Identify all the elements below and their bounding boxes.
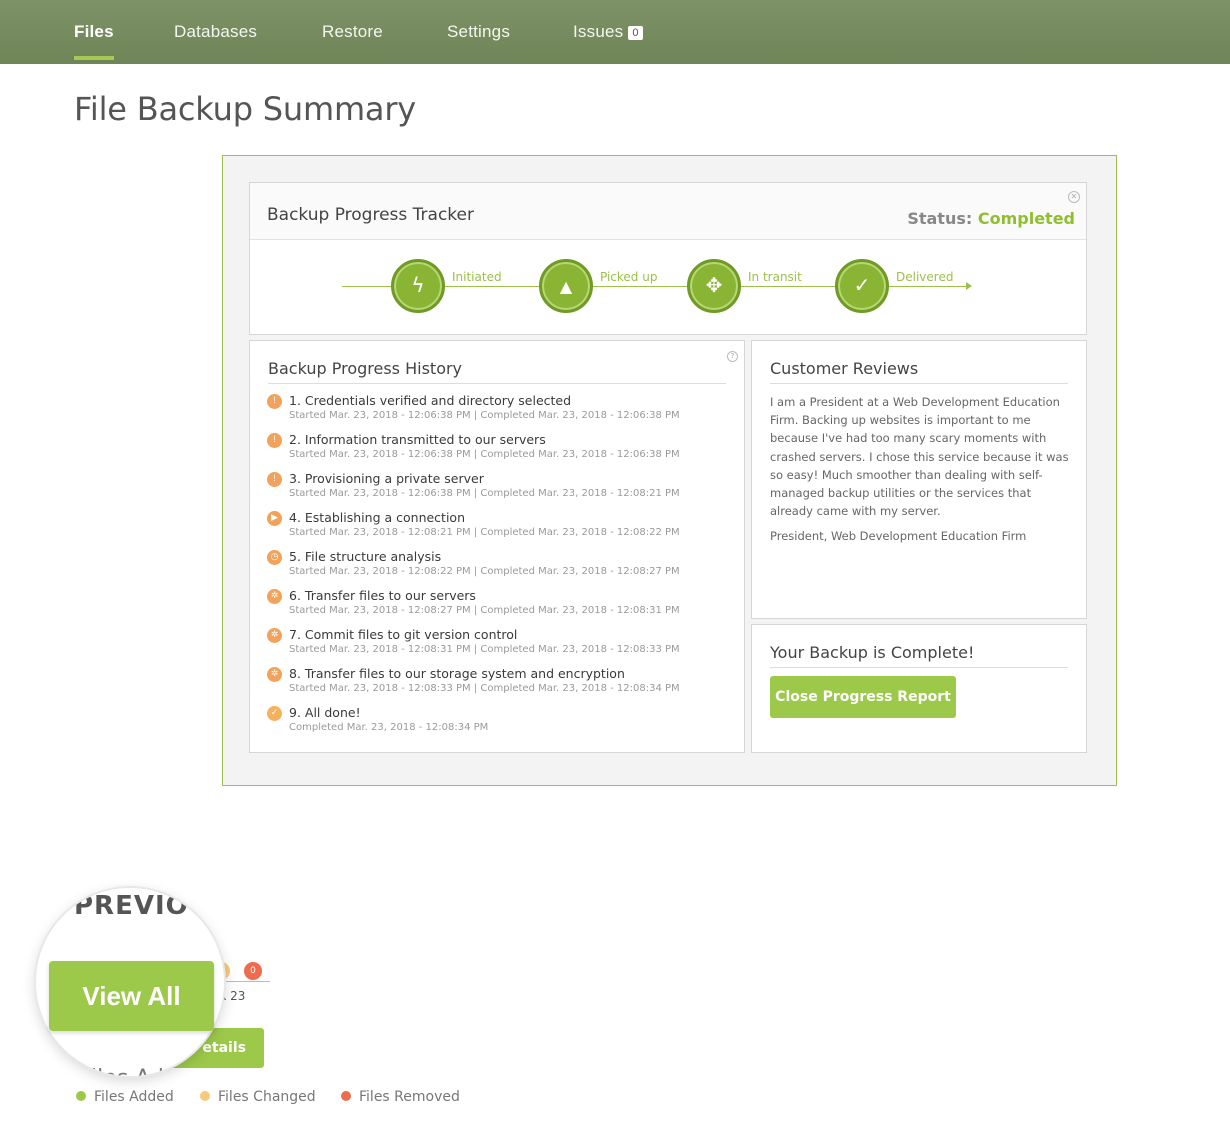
history-item-meta: Started Mar. 23, 2018 - 12:06:38 PM | Co…	[289, 488, 680, 499]
history-item: ! 2. Information transmitted to our serve…	[267, 432, 727, 471]
history-item: ◷ 5. File structure analysis Started Mar. …	[267, 549, 727, 588]
history-item-meta: Started Mar. 23, 2018 - 12:06:38 PM | Co…	[289, 449, 680, 460]
divider	[770, 383, 1068, 384]
history-item-title: 8. Transfer files to our storage system …	[289, 666, 625, 681]
status-text: Status: Completed	[907, 209, 1075, 228]
close-icon[interactable]: ✕	[1068, 191, 1080, 203]
legend-label: Files Added	[94, 1089, 174, 1105]
progress-report-modal: Backup Progress Tracker Status: Complete…	[222, 155, 1117, 786]
previous-backups-heading: PREVIOUS	[74, 891, 224, 921]
red-dot-icon	[341, 1091, 351, 1101]
nav-tab-label: Restore	[322, 22, 383, 41]
divider	[770, 667, 1068, 668]
history-item-title: 2. Information transmitted to our server…	[289, 432, 546, 447]
files-added-heading: Files Ad	[80, 1066, 164, 1076]
nav-tab-label: Files	[74, 22, 114, 41]
files-removed-count: 0	[244, 962, 262, 980]
history-item: ! 3. Provisioning a private server Started…	[267, 471, 727, 510]
step-label-in-transit: In transit	[748, 270, 802, 284]
history-item: ▶ 4. Establishing a connection Started Mar…	[267, 510, 727, 549]
step-label-picked-up: Picked up	[600, 270, 658, 284]
info-icon: !	[267, 472, 282, 487]
backup-progress-tracker: Backup Progress Tracker Status: Complete…	[249, 182, 1087, 335]
legend-label: Files Changed	[218, 1089, 316, 1105]
history-item-title: 1. Credentials verified and directory se…	[289, 393, 572, 408]
progress-arrow-icon	[966, 282, 972, 290]
history-item-meta: Started Mar. 23, 2018 - 12:08:27 PM | Co…	[289, 605, 680, 616]
tracker-header: Backup Progress Tracker Status: Complete…	[250, 183, 1086, 240]
nav-tab-label: Issues	[573, 22, 624, 41]
legend-files-removed: Files Removed	[341, 1089, 460, 1105]
customer-reviews: Customer Reviews I am a President at a W…	[751, 340, 1087, 619]
gear-icon: ✲	[267, 667, 282, 682]
legend-files-changed: Files Changed	[200, 1089, 316, 1105]
history-item: ✲ 6. Transfer files to our servers Started…	[267, 588, 727, 627]
top-nav: Files Databases Restore Settings Issues 0	[0, 0, 1230, 64]
history-title: Backup Progress History	[268, 359, 463, 378]
history-item-meta: Completed Mar. 23, 2018 - 12:08:34 PM	[289, 722, 489, 733]
history-item: ✲ 7. Commit files to git version control S…	[267, 627, 727, 666]
backup-complete-panel: Your Backup is Complete! Close Progress …	[751, 624, 1087, 753]
history-list: ! 1. Credentials verified and directory s…	[267, 393, 727, 744]
clock-icon: ◷	[267, 550, 282, 565]
tracker-title: Backup Progress Tracker	[267, 205, 474, 225]
page-title: File Backup Summary	[74, 90, 417, 128]
close-progress-report-button[interactable]: Close Progress Report	[770, 676, 956, 718]
history-item-title: 3. Provisioning a private server	[289, 471, 484, 486]
step-label-delivered: Delivered	[896, 270, 954, 284]
backup-progress-history: Backup Progress History ? ! 1. Credential…	[249, 340, 745, 753]
play-icon: ▶	[267, 511, 282, 526]
lightning-icon: ϟ	[391, 259, 445, 313]
legend-files-added: Files Added	[76, 1089, 174, 1105]
history-item-title: 6. Transfer files to our servers	[289, 588, 476, 603]
history-item-title: 4. Establishing a connection	[289, 510, 465, 525]
status-label: Status:	[907, 209, 973, 228]
nav-tab-issues[interactable]: Issues 0	[573, 22, 643, 42]
history-item: ✓ 9. All done! Completed Mar. 23, 2018 - 1…	[267, 705, 727, 744]
check-icon: ✓	[267, 706, 282, 721]
help-icon[interactable]: ?	[727, 351, 738, 362]
nav-tab-label: Settings	[447, 22, 511, 41]
nav-tab-label: Databases	[174, 22, 258, 41]
legend-label: Files Removed	[359, 1089, 460, 1105]
history-item: ✲ 8. Transfer files to our storage system…	[267, 666, 727, 705]
history-item-meta: Started Mar. 23, 2018 - 12:08:22 PM | Co…	[289, 566, 680, 577]
complete-title: Your Backup is Complete!	[770, 643, 975, 662]
green-dot-icon	[76, 1091, 86, 1101]
nav-tab-files[interactable]: Files	[74, 22, 114, 60]
divider	[268, 383, 726, 384]
gear-icon: ✲	[267, 628, 282, 643]
history-item: ! 1. Credentials verified and directory s…	[267, 393, 727, 432]
step-label-initiated: Initiated	[452, 270, 502, 284]
history-item-title: 7. Commit files to git version control	[289, 627, 518, 642]
info-icon: !	[267, 394, 282, 409]
view-all-button[interactable]: View All	[49, 961, 214, 1031]
checkmark-icon: ✓	[835, 259, 889, 313]
nav-tab-restore[interactable]: Restore	[322, 22, 383, 42]
nav-tab-settings[interactable]: Settings	[447, 22, 510, 42]
move-arrows-icon: ✥	[687, 259, 741, 313]
status-value: Completed	[977, 209, 1075, 228]
nav-tab-databases[interactable]: Databases	[174, 22, 257, 42]
issues-count-badge: 0	[628, 26, 643, 40]
history-item-meta: Started Mar. 23, 2018 - 12:08:33 PM | Co…	[289, 683, 680, 694]
gear-icon: ✲	[267, 589, 282, 604]
history-item-title: 9. All done!	[289, 705, 361, 720]
history-item-meta: Started Mar. 23, 2018 - 12:08:31 PM | Co…	[289, 644, 680, 655]
history-item-meta: Started Mar. 23, 2018 - 12:06:38 PM | Co…	[289, 410, 680, 421]
thumbs-up-icon: ▲	[539, 259, 593, 313]
history-item-title: 5. File structure analysis	[289, 549, 442, 564]
info-icon: !	[267, 433, 282, 448]
reviews-title: Customer Reviews	[770, 359, 919, 378]
review-text: I am a President at a Web Development Ed…	[770, 395, 1069, 519]
review-author: President, Web Development Education Fir…	[770, 529, 1027, 543]
history-item-meta: Started Mar. 23, 2018 - 12:08:21 PM | Co…	[289, 527, 680, 538]
yellow-dot-icon	[200, 1091, 210, 1101]
